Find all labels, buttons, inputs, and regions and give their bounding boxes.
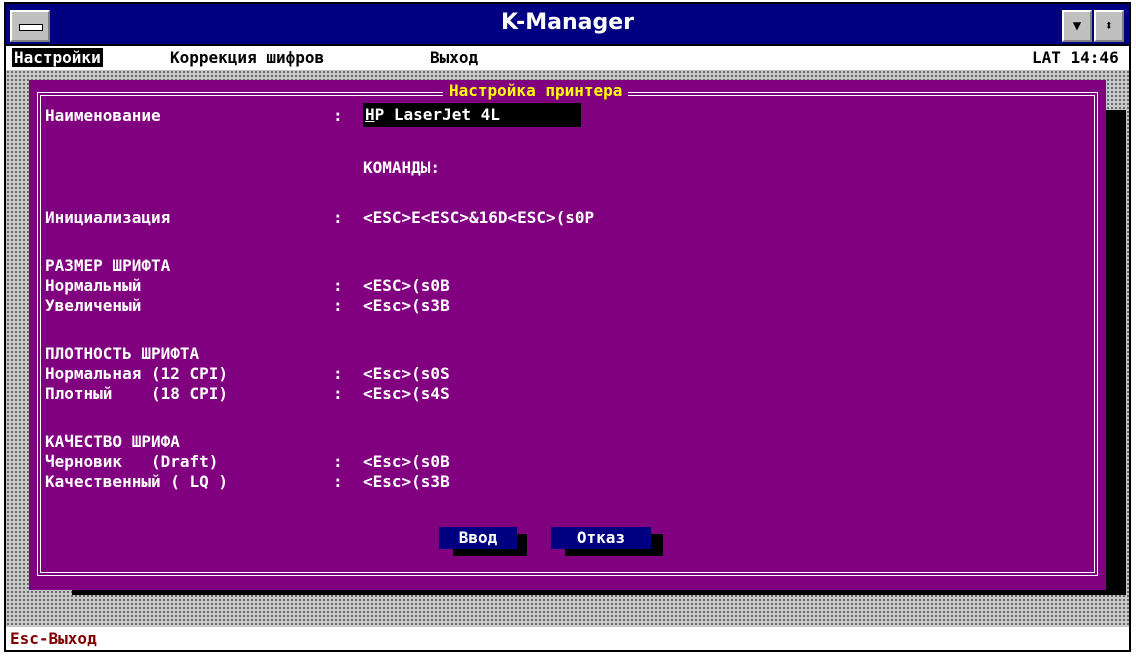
- dialog-frame: [37, 92, 1098, 576]
- menu-cipher-correction[interactable]: Коррекция шифров: [170, 48, 324, 67]
- font-density-dense-sep: :: [333, 384, 343, 403]
- font-quality-lq-sep: :: [333, 472, 343, 491]
- font-size-large-sep: :: [333, 296, 343, 315]
- status-bar: Esc-Выход: [6, 627, 1129, 650]
- printer-settings-dialog: Настройка принтера Наименование : HP Las…: [29, 80, 1106, 590]
- init-label: Инициализация: [45, 208, 171, 227]
- font-quality-draft-sep: :: [333, 452, 343, 471]
- init-value[interactable]: <ESC>E<ESC>&16D<ESC>(s0P: [363, 208, 594, 227]
- status-hint: Esc-Выход: [10, 629, 97, 648]
- title-bar: K-Manager ▼ ⬍: [6, 4, 1129, 44]
- font-density-dense-label: Плотный (18 CPI): [45, 384, 229, 403]
- ok-button[interactable]: Ввод: [439, 527, 517, 549]
- font-size-heading: РАЗМЕР ШРИФТА: [45, 256, 171, 275]
- window-title: K-Manager: [500, 10, 635, 35]
- dialog-title: Настройка принтера: [443, 81, 629, 100]
- font-density-heading: ПЛОТНОСТЬ ШРИФТА: [45, 344, 200, 363]
- cancel-button[interactable]: Отказ: [551, 527, 651, 549]
- name-label: Наименование: [45, 106, 161, 125]
- font-quality-lq-value[interactable]: <Esc>(s3B: [363, 472, 450, 491]
- font-quality-draft-value[interactable]: <Esc>(s0B: [363, 452, 450, 471]
- font-quality-draft-label: Черновик (Draft): [45, 452, 219, 471]
- menu-bar: Настройки Коррекция шифров Выход LAT 14:…: [6, 46, 1129, 70]
- minimize-arrow-icon[interactable]: ▼: [1062, 10, 1092, 42]
- font-size-normal-sep: :: [333, 276, 343, 295]
- font-size-large-value[interactable]: <Esc>(s3B: [363, 296, 450, 315]
- font-quality-lq-label: Качественный ( LQ ): [45, 472, 229, 491]
- name-first-char: H: [365, 105, 375, 124]
- font-size-normal-value[interactable]: <ESC>(s0B: [363, 276, 450, 295]
- name-rest: P LaserJet 4L: [374, 105, 500, 124]
- font-density-normal-sep: :: [333, 364, 343, 383]
- init-sep: :: [333, 208, 343, 227]
- commands-heading: КОМАНДЫ:: [363, 158, 441, 177]
- font-quality-heading: КАЧЕСТВО ШРИФА: [45, 432, 180, 451]
- font-size-normal-label: Нормальный: [45, 276, 142, 295]
- application-window: K-Manager ▼ ⬍ Настройки Коррекция шифров…: [4, 2, 1131, 652]
- font-density-normal-value[interactable]: <Esc>(s0S: [363, 364, 450, 383]
- font-density-dense-value[interactable]: <Esc>(s4S: [363, 384, 450, 403]
- keyboard-layout-clock: LAT 14:46: [1032, 48, 1119, 67]
- font-size-large-label: Увеличеный: [45, 296, 142, 315]
- menu-exit[interactable]: Выход: [430, 48, 478, 67]
- restore-arrows-icon[interactable]: ⬍: [1094, 10, 1124, 42]
- menu-settings[interactable]: Настройки: [12, 48, 103, 67]
- name-sep: :: [333, 106, 343, 125]
- font-density-normal-label: Нормальная (12 CPI): [45, 364, 229, 383]
- desktop-background: Настройка принтера Наименование : HP Las…: [6, 70, 1129, 627]
- printer-name-input[interactable]: HP LaserJet 4L: [363, 103, 581, 127]
